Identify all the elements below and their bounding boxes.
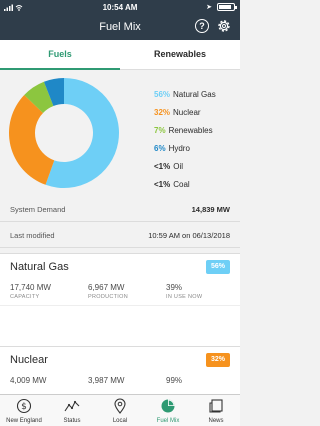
nav-news[interactable]: News [192, 395, 240, 426]
nav-fuel-mix[interactable]: Fuel Mix [144, 395, 192, 426]
nav-label: Fuel Mix [156, 418, 180, 424]
legend-percent: <1% [154, 180, 171, 189]
trend-icon [64, 400, 80, 412]
pie-icon [161, 399, 175, 413]
help-icon[interactable]: ? [195, 19, 209, 33]
tab-renewables[interactable]: Renewables [120, 40, 240, 70]
nav-label: Local [112, 418, 128, 424]
system-demand-row: System Demand 14,839 MW [0, 198, 240, 222]
fuel-capacity: 4,009 MW [10, 376, 47, 385]
fuel-production: 6,967 MW [88, 283, 125, 292]
fuel-in-use: 99% [166, 376, 183, 385]
legend-percent: 32% [154, 108, 171, 117]
legend-item-renewables: 7% Renewables [154, 122, 216, 140]
fuel-percent-badge: 56% [206, 260, 230, 274]
capacity-label: CAPACITY [10, 294, 40, 300]
legend-label: Nuclear [173, 108, 201, 117]
status-bar: 10:54 AM ➤ [0, 0, 240, 14]
location-pin-icon [114, 398, 126, 414]
bottom-navigation: $ New England Status Local Fuel Mix News [0, 394, 240, 426]
legend-label: Natural Gas [173, 90, 216, 99]
legend-label: Oil [173, 162, 184, 171]
fuel-mix-chart: 56% Natural Gas 32% Nuclear 7% Renewables 6% Hy… [0, 71, 240, 193]
tab-fuels[interactable]: Fuels [0, 40, 120, 70]
legend-percent: <1% [154, 162, 171, 171]
legend-percent: 6% [154, 144, 166, 153]
fuel-in-use: 39% [166, 283, 183, 292]
last-modified-label: Last modified [10, 231, 55, 240]
dollar-icon: $ [16, 398, 32, 414]
in-use-label: IN USE NOW [166, 294, 203, 300]
legend-label: Renewables [168, 126, 213, 135]
system-demand-label: System Demand [10, 205, 66, 214]
legend-item-hydro: 6% Hydro [154, 140, 216, 158]
fuel-name: Nuclear [10, 354, 48, 366]
nav-label: New England [6, 418, 42, 424]
legend-label: Hydro [168, 144, 190, 153]
legend-percent: 56% [154, 90, 171, 99]
chart-legend: 56% Natural Gas 32% Nuclear 7% Renewables 6% Hy… [154, 86, 216, 194]
last-modified-value: 10:59 AM on 06/13/2018 [148, 231, 230, 240]
legend-item-oil: <1% Oil [154, 158, 216, 176]
legend-item-natural-gas: 56% Natural Gas [154, 86, 216, 104]
nav-label: Status [63, 418, 81, 424]
status-time: 10:54 AM [102, 3, 138, 12]
donut-chart [9, 78, 120, 188]
news-icon [209, 399, 223, 413]
legend-label: Coal [173, 180, 190, 189]
legend-item-coal: <1% Coal [154, 176, 216, 194]
card-separator [0, 305, 240, 347]
battery-icon [217, 3, 237, 11]
location-arrow-icon: ➤ [206, 4, 212, 11]
svg-text:$: $ [21, 402, 27, 412]
nav-new-england[interactable]: $ New England [0, 395, 48, 426]
fuel-name: Natural Gas [10, 261, 69, 273]
system-demand-value: 14,839 MW [191, 205, 230, 214]
tab-bar: Fuels Renewables [0, 40, 240, 70]
nav-status[interactable]: Status [48, 395, 96, 426]
navigation-bar: Fuel Mix ? [0, 14, 240, 40]
legend-item-nuclear: 32% Nuclear [154, 104, 216, 122]
last-modified-row: Last modified 10:59 AM on 06/13/2018 [0, 224, 240, 248]
legend-percent: 7% [154, 126, 166, 135]
fuel-card-nuclear[interactable]: Nuclear 32% 4,009 MW 3,987 MW 99% [0, 346, 240, 396]
fuel-card-natural-gas[interactable]: Natural Gas 56% 17,740 MW 6,967 MW 39% C… [0, 253, 240, 305]
fuel-percent-badge: 32% [206, 353, 230, 367]
production-label: PRODUCTION [88, 294, 128, 300]
gear-icon[interactable] [216, 18, 232, 34]
fuel-production: 3,987 MW [88, 376, 125, 385]
nav-label: News [208, 418, 224, 424]
fuel-capacity: 17,740 MW [10, 283, 51, 292]
nav-local[interactable]: Local [96, 395, 144, 426]
